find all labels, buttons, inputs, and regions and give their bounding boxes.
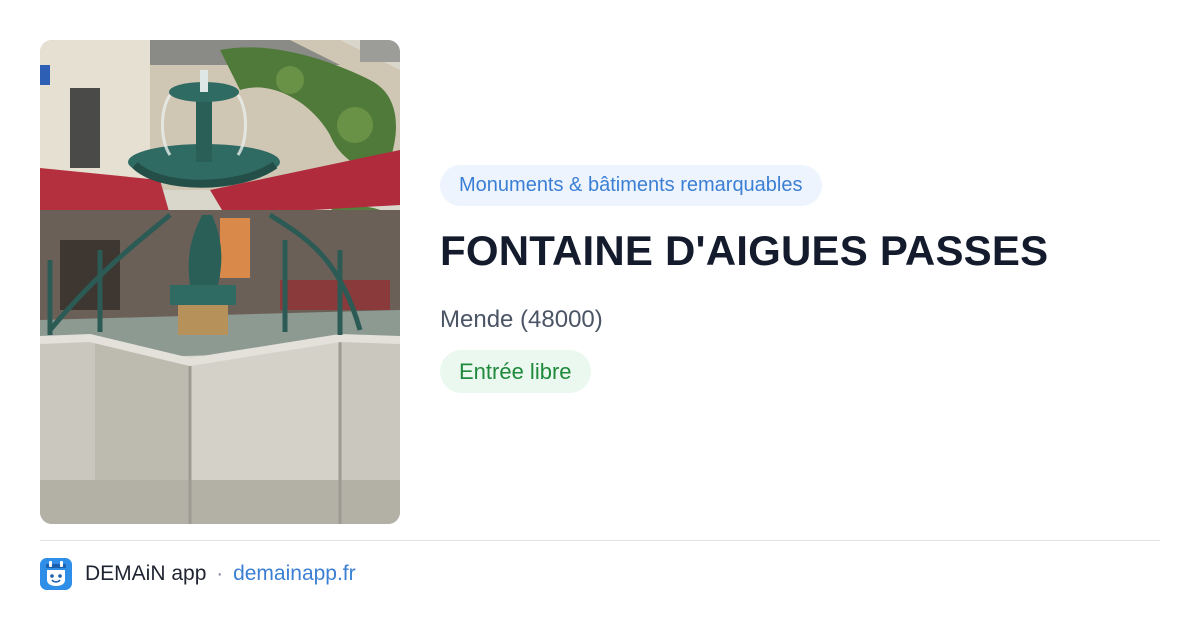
event-info: Monuments & bâtiments remarquables FONTA… bbox=[440, 165, 1160, 393]
page-title: FONTAINE D'AIGUES PASSES bbox=[440, 227, 1049, 274]
category-badge[interactable]: Monuments & bâtiments remarquables bbox=[440, 165, 822, 206]
fountain-photo bbox=[40, 40, 400, 524]
footer: DEMAiN app · demainapp.fr bbox=[40, 558, 356, 590]
separator: · bbox=[216, 562, 224, 585]
calendar-face-icon bbox=[40, 558, 72, 590]
app-name: DEMAiN app bbox=[85, 562, 207, 585]
location-text: Mende (48000) bbox=[440, 306, 603, 333]
footer-divider bbox=[40, 540, 1160, 541]
app-link[interactable]: demainapp.fr bbox=[233, 562, 356, 586]
entry-badge: Entrée libre bbox=[440, 350, 591, 393]
